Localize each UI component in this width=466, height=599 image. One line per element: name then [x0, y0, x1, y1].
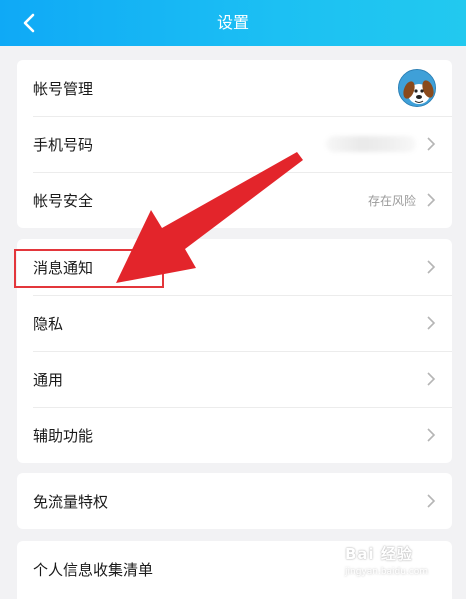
privacy-label: 隐私 — [33, 314, 64, 333]
free-traffic-card: 免流量特权 — [17, 473, 452, 529]
account-security-label: 帐号安全 — [33, 191, 94, 210]
notifications-row[interactable]: 消息通知 — [17, 239, 452, 295]
chevron-right-icon — [427, 428, 436, 442]
general-row[interactable]: 通用 — [17, 351, 452, 407]
account-settings-card: 帐号管理 手机号码 帐号安全 存在风险 — [17, 60, 452, 228]
personal-info-label: 个人信息收集清单 — [33, 560, 154, 579]
notifications-label: 消息通知 — [33, 258, 94, 277]
accessibility-label: 辅助功能 — [33, 426, 94, 445]
top-nav-bar: 设置 — [0, 0, 466, 46]
chevron-right-icon — [427, 494, 436, 508]
free-traffic-label: 免流量特权 — [33, 492, 109, 511]
chevron-right-icon — [427, 260, 436, 274]
free-traffic-row[interactable]: 免流量特权 — [17, 473, 452, 529]
general-label: 通用 — [33, 370, 64, 389]
account-management-row[interactable]: 帐号管理 — [17, 60, 452, 116]
account-security-status: 存在风险 — [367, 193, 416, 208]
avatar — [398, 69, 436, 107]
account-management-label: 帐号管理 — [33, 79, 94, 98]
general-settings-card: 消息通知 隐私 通用 辅助功能 — [17, 239, 452, 463]
personal-info-row[interactable]: 个人信息收集清单 — [17, 541, 452, 597]
phone-number-label: 手机号码 — [33, 135, 94, 154]
accessibility-row[interactable]: 辅助功能 — [17, 407, 452, 463]
dog-avatar-icon — [399, 70, 435, 106]
account-security-row[interactable]: 帐号安全 存在风险 — [17, 172, 452, 228]
personal-info-card: 个人信息收集清单 — [17, 541, 452, 599]
chevron-right-icon — [427, 372, 436, 386]
chevron-right-icon — [427, 137, 436, 151]
chevron-right-icon — [427, 316, 436, 330]
privacy-row[interactable]: 隐私 — [17, 295, 452, 351]
page-title: 设置 — [216, 13, 249, 32]
phone-number-row[interactable]: 手机号码 — [17, 116, 452, 172]
chevron-right-icon — [427, 193, 436, 207]
phone-number-redacted — [326, 136, 416, 152]
